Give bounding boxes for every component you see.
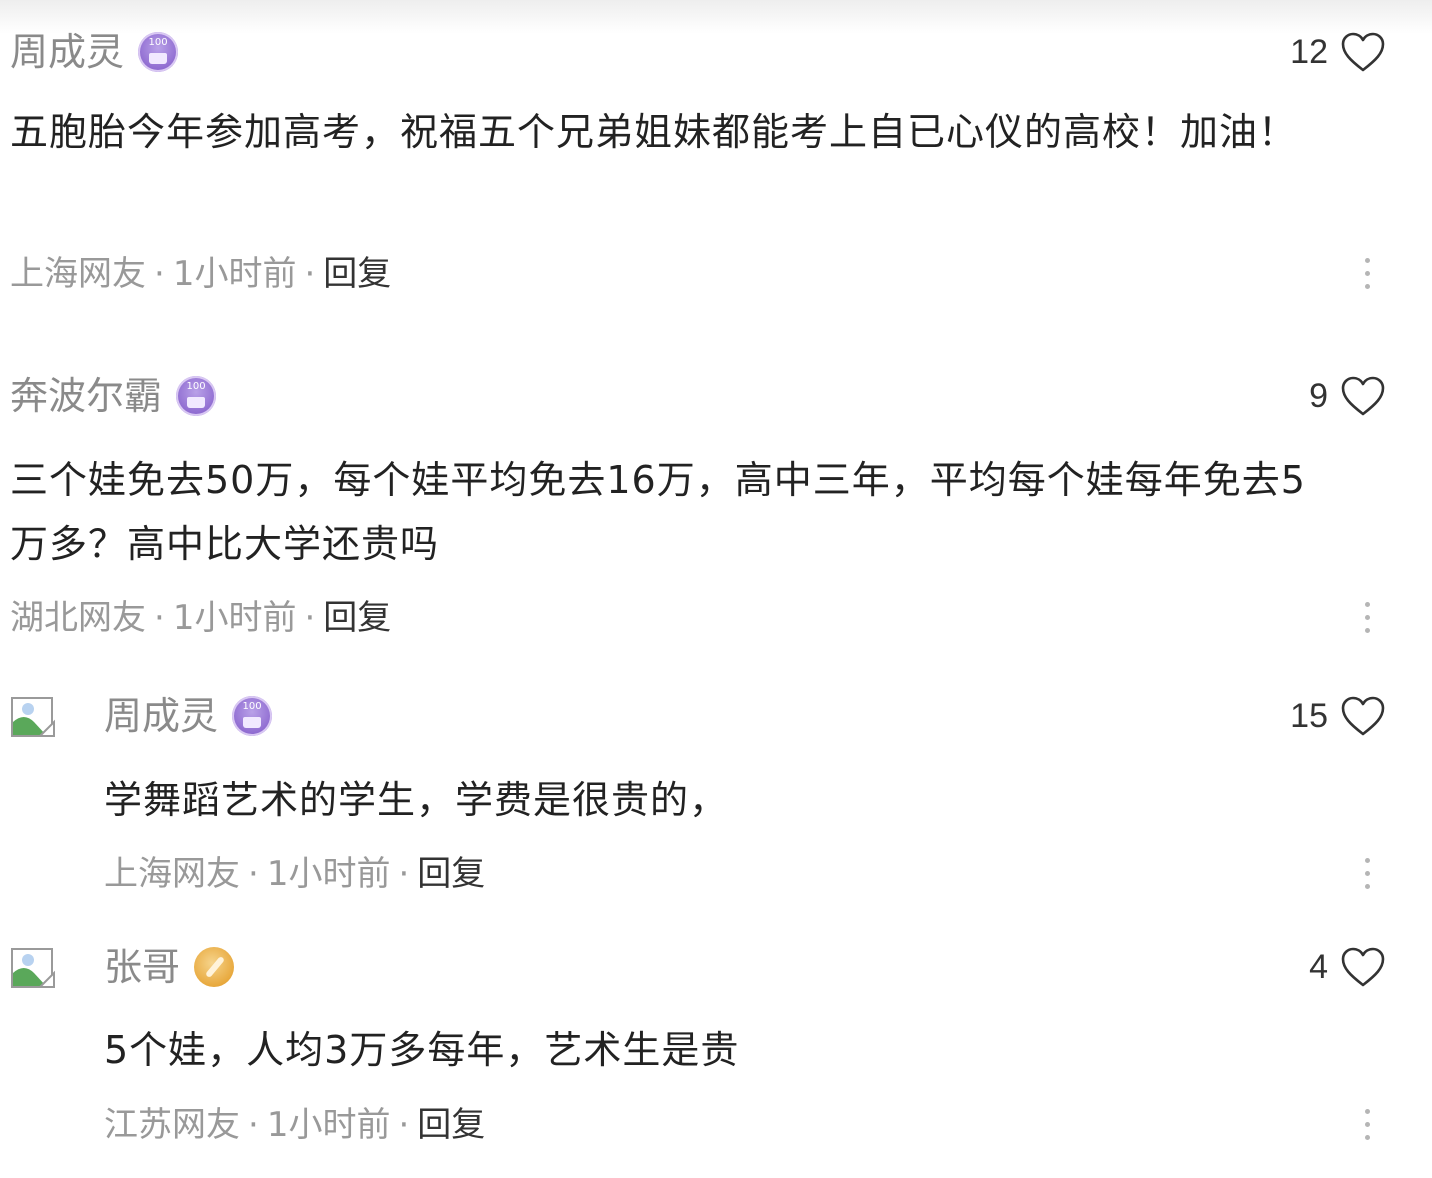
timestamp: 1小时前 bbox=[172, 598, 297, 638]
location: 上海网友 bbox=[104, 854, 240, 894]
pen-icon bbox=[205, 955, 226, 979]
like-count: 12 bbox=[1290, 32, 1328, 71]
comment-header: 周成灵 100 bbox=[104, 692, 273, 740]
reply-button[interactable]: 回复 bbox=[323, 598, 391, 638]
username[interactable]: 张哥 bbox=[104, 943, 180, 991]
more-vertical-icon[interactable] bbox=[1360, 258, 1374, 294]
heart-outline-icon bbox=[1341, 376, 1385, 416]
like-count: 15 bbox=[1290, 696, 1328, 735]
book-icon bbox=[243, 717, 262, 728]
comment-text: 学舞蹈艺术的学生，学费是很贵的， bbox=[104, 778, 729, 822]
comment-meta: 江苏网友 · 1小时前 · 回复 bbox=[104, 1105, 485, 1145]
heart-outline-icon bbox=[1341, 32, 1385, 72]
comment-meta: 上海网友 · 1小时前 · 回复 bbox=[104, 854, 485, 894]
heart-outline-icon bbox=[1341, 947, 1385, 987]
separator: · bbox=[304, 598, 316, 638]
level-badge-icon[interactable]: 100 bbox=[232, 696, 273, 736]
separator: · bbox=[154, 254, 165, 294]
broken-image-avatar-icon[interactable] bbox=[10, 692, 58, 740]
like-button[interactable]: 9 bbox=[1309, 372, 1386, 420]
username[interactable]: 奔波尔霸 bbox=[10, 372, 162, 420]
comment-text: 五胞胎今年参加高考，祝福五个兄弟姐妹都能考上自已心仪的高校！加油！ bbox=[10, 110, 1298, 154]
book-icon bbox=[187, 397, 206, 408]
location: 江苏网友 bbox=[104, 1105, 240, 1145]
comment-text: 三个娃免去50万，每个娃平均免去16万，高中三年，平均每个娃每年免去5万多？高中… bbox=[10, 458, 1306, 566]
like-count: 9 bbox=[1309, 376, 1328, 415]
like-button[interactable]: 15 bbox=[1290, 692, 1386, 740]
broken-image-avatar-icon[interactable] bbox=[10, 943, 58, 991]
comment-header: 周成灵 100 bbox=[10, 28, 179, 76]
more-vertical-icon[interactable] bbox=[1360, 858, 1374, 894]
comment-meta: 湖北网友 · 1小时前 · 回复 bbox=[10, 598, 391, 638]
like-button[interactable]: 12 bbox=[1290, 28, 1386, 76]
medal-badge-icon[interactable] bbox=[194, 947, 235, 987]
comment-text: 5个娃，人均3万多每年，艺术生是贵 bbox=[104, 1028, 740, 1072]
level-badge-icon[interactable]: 100 bbox=[138, 32, 179, 72]
like-count: 4 bbox=[1309, 947, 1328, 986]
location: 上海网友 bbox=[10, 254, 146, 294]
top-shadow bbox=[0, 0, 1432, 34]
more-vertical-icon[interactable] bbox=[1360, 1109, 1374, 1145]
more-vertical-icon[interactable] bbox=[1360, 602, 1374, 638]
badge-label: 100 bbox=[186, 381, 206, 392]
timestamp: 1小时前 bbox=[266, 1105, 391, 1145]
separator: · bbox=[398, 1105, 410, 1145]
like-button[interactable]: 4 bbox=[1309, 943, 1386, 991]
separator: · bbox=[304, 254, 316, 294]
reply-button[interactable]: 回复 bbox=[417, 854, 485, 894]
username[interactable]: 周成灵 bbox=[10, 28, 124, 76]
book-icon bbox=[149, 53, 168, 64]
separator: · bbox=[154, 598, 165, 638]
separator: · bbox=[248, 854, 259, 894]
comment-header: 奔波尔霸 100 bbox=[10, 372, 217, 420]
comment-meta: 上海网友 · 1小时前 · 回复 bbox=[10, 254, 391, 294]
badge-label: 100 bbox=[242, 701, 262, 712]
timestamp: 1小时前 bbox=[172, 254, 297, 294]
username[interactable]: 周成灵 bbox=[104, 692, 218, 740]
location: 湖北网友 bbox=[10, 598, 146, 638]
reply-button[interactable]: 回复 bbox=[417, 1105, 485, 1145]
comment-header: 张哥 bbox=[104, 943, 235, 991]
reply-button[interactable]: 回复 bbox=[323, 254, 391, 294]
badge-label: 100 bbox=[148, 37, 168, 48]
level-badge-icon[interactable]: 100 bbox=[176, 376, 217, 416]
heart-outline-icon bbox=[1341, 696, 1385, 736]
separator: · bbox=[398, 854, 410, 894]
separator: · bbox=[248, 1105, 259, 1145]
timestamp: 1小时前 bbox=[266, 854, 391, 894]
